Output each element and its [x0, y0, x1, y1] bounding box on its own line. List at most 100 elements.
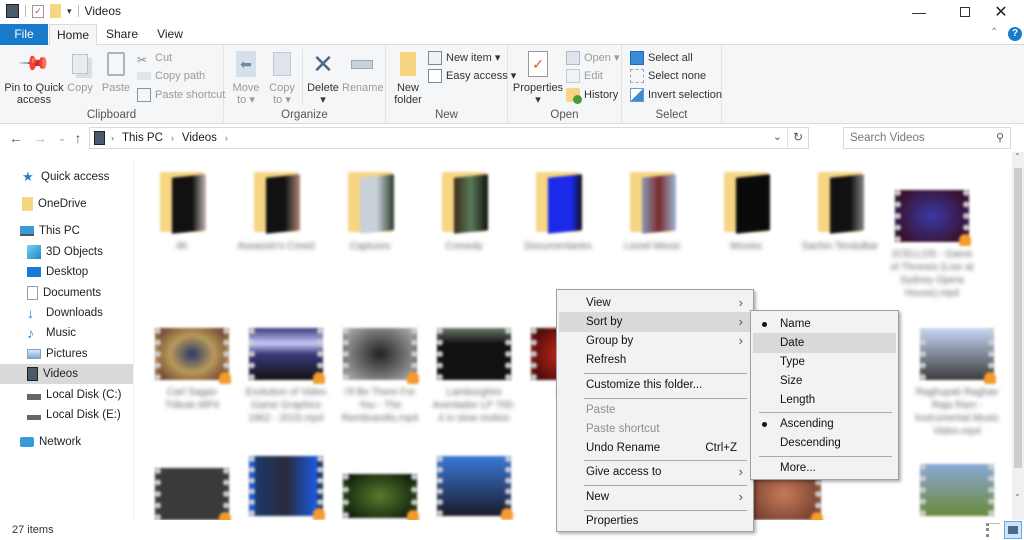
menu-item-customize-folder[interactable]: Customize this folder...: [559, 375, 751, 395]
new-folder-button[interactable]: New folder: [392, 49, 424, 106]
folder-item[interactable]: Comedy: [421, 168, 507, 253]
sidebar-item-documents[interactable]: Documents: [0, 283, 133, 303]
select-all-button[interactable]: Select all: [630, 49, 693, 67]
history-button[interactable]: History: [566, 86, 618, 104]
paste-shortcut-button[interactable]: Paste shortcut: [137, 86, 225, 104]
video-item[interactable]: Evolution of Video Game Graphics 1962 - …: [243, 328, 329, 425]
folder-item[interactable]: Captures: [327, 168, 413, 253]
breadcrumb-videos[interactable]: Videos: [182, 132, 217, 144]
folder-item[interactable]: 4K: [139, 168, 225, 253]
video-thumbnail-icon: [920, 328, 996, 384]
sidebar-item-local-disk-c[interactable]: Local Disk (C:): [0, 385, 133, 405]
refresh-icon[interactable]: ↻: [793, 130, 803, 144]
video-item[interactable]: [914, 464, 1000, 516]
details-view-icon[interactable]: [986, 523, 1000, 537]
tab-share[interactable]: Share: [98, 24, 146, 45]
video-item[interactable]: Lamborghini Aventador LP 700-4 in slow m…: [431, 328, 517, 425]
open-button[interactable]: Open ▾: [566, 49, 620, 67]
sort-item-name[interactable]: Name: [753, 314, 896, 334]
tab-view[interactable]: View: [146, 24, 194, 45]
new-item-button[interactable]: New item ▾: [428, 49, 500, 67]
menu-item-group-by[interactable]: Group by ›: [559, 331, 751, 351]
menu-item-view[interactable]: View ›: [559, 293, 751, 313]
copy-button[interactable]: Copy: [64, 49, 96, 94]
menu-item-give-access[interactable]: Give access to ›: [559, 462, 751, 482]
folder-item[interactable]: Movies: [703, 168, 789, 253]
rename-button[interactable]: Rename: [342, 49, 384, 94]
up-button[interactable]: ↑: [68, 128, 88, 148]
cut-button[interactable]: ✂ Cut: [137, 49, 172, 67]
properties-quick-icon[interactable]: ✓: [32, 4, 44, 18]
sort-item-ascending[interactable]: Ascending: [753, 414, 896, 434]
computer-icon: [20, 226, 34, 236]
scroll-up-icon[interactable]: ⌃: [1014, 152, 1021, 161]
folder-item[interactable]: Documentaries: [515, 168, 601, 253]
address-dropdown-icon[interactable]: ⌄: [773, 130, 782, 143]
search-input[interactable]: Search Videos ⚲: [843, 127, 1011, 149]
select-none-button[interactable]: Select none: [630, 67, 706, 85]
sidebar-item-this-pc[interactable]: This PC: [0, 221, 133, 241]
folder-item[interactable]: Lionel Messi: [609, 168, 695, 253]
cube-icon: [27, 245, 41, 259]
sidebar-item-music[interactable]: ♪ Music: [0, 323, 133, 343]
video-item[interactable]: I'll Be There For You - The Rembrandts.m…: [337, 328, 423, 425]
video-item[interactable]: Carl Sagan Tribute.MP4: [149, 328, 235, 412]
properties-button[interactable]: ✓ Properties ▾: [512, 49, 564, 106]
paste-button[interactable]: Paste: [100, 49, 132, 94]
sidebar-item-local-disk-e[interactable]: Local Disk (E:): [0, 405, 133, 425]
sort-item-descending[interactable]: Descending: [753, 433, 896, 453]
copy-path-button[interactable]: Copy path: [137, 67, 205, 85]
sidebar-item-3d-objects[interactable]: 3D Objects: [0, 242, 133, 262]
address-field[interactable]: › This PC › Videos › ⌄ ↻: [89, 127, 809, 149]
close-button[interactable]: ✕: [978, 0, 1024, 24]
scroll-down-icon[interactable]: ⌄: [1014, 489, 1021, 498]
delete-button[interactable]: ✕ Delete ▾: [306, 49, 340, 106]
video-item[interactable]: [149, 468, 235, 520]
easy-access-button[interactable]: Easy access ▾: [428, 67, 516, 85]
forward-button[interactable]: →: [30, 128, 50, 148]
minimize-button[interactable]: —: [896, 0, 942, 24]
video-item[interactable]: Raghupati Raghav Raja Ram - Instrumental…: [914, 328, 1000, 438]
sort-item-length[interactable]: Length: [753, 390, 896, 410]
sidebar-item-quick-access[interactable]: ★ Quick access: [0, 167, 133, 187]
invert-selection-button[interactable]: Invert selection: [630, 86, 722, 104]
sort-item-more[interactable]: More...: [753, 458, 896, 478]
folder-icon: [22, 197, 33, 211]
sort-item-size[interactable]: Size: [753, 371, 896, 391]
menu-item-properties[interactable]: Properties: [559, 511, 751, 531]
sidebar-item-desktop[interactable]: Desktop: [0, 262, 133, 282]
breadcrumb-this-pc[interactable]: This PC: [122, 132, 163, 144]
menu-item-refresh[interactable]: Refresh: [559, 350, 751, 370]
folder-item[interactable]: Sachin Tendulkar: [797, 168, 883, 253]
menu-item-sort-by[interactable]: Sort by ›: [559, 312, 751, 332]
video-item[interactable]: [431, 456, 517, 520]
collapse-ribbon-icon[interactable]: ⌃: [990, 27, 998, 38]
large-icons-view-icon[interactable]: [1004, 521, 1022, 539]
history-icon: [566, 88, 582, 104]
sidebar-item-downloads[interactable]: ↓ Downloads: [0, 303, 133, 323]
video-item[interactable]: [337, 474, 423, 520]
folder-item[interactable]: Assassin's Creed: [233, 168, 319, 253]
menu-item-new[interactable]: New ›: [559, 487, 751, 507]
menu-item-undo-rename[interactable]: Undo Rename Ctrl+Z: [559, 438, 751, 458]
sidebar-item-videos[interactable]: Videos: [0, 364, 133, 384]
sidebar-item-pictures[interactable]: Pictures: [0, 344, 133, 364]
new-folder-quick-icon[interactable]: [50, 4, 61, 18]
edit-button[interactable]: Edit: [566, 67, 603, 85]
sidebar-item-network[interactable]: Network: [0, 432, 133, 452]
tab-home[interactable]: Home: [49, 24, 97, 46]
ribbon-tabs: File Home Share View ⌃ ?: [0, 24, 1024, 46]
help-icon[interactable]: ?: [1008, 27, 1022, 41]
copy-to-button[interactable]: Copy to ▾: [266, 49, 298, 106]
video-item[interactable]: 2CELLOS - Game of Thrones (Live at Sydne…: [889, 190, 975, 300]
scrollbar-thumb[interactable]: [1014, 168, 1022, 468]
back-button[interactable]: ←: [6, 128, 26, 148]
tab-file[interactable]: File: [0, 24, 48, 45]
sort-item-date[interactable]: Date: [753, 333, 896, 353]
sort-item-type[interactable]: Type: [753, 352, 896, 372]
sidebar-item-onedrive[interactable]: OneDrive: [0, 194, 133, 214]
move-to-button[interactable]: ⬅ Move to ▾: [230, 49, 262, 106]
pin-to-quick-access-button[interactable]: 📌 Pin to Quick access: [4, 47, 64, 106]
video-item[interactable]: [243, 456, 329, 520]
customize-toolbar-icon[interactable]: ▾: [67, 6, 72, 17]
